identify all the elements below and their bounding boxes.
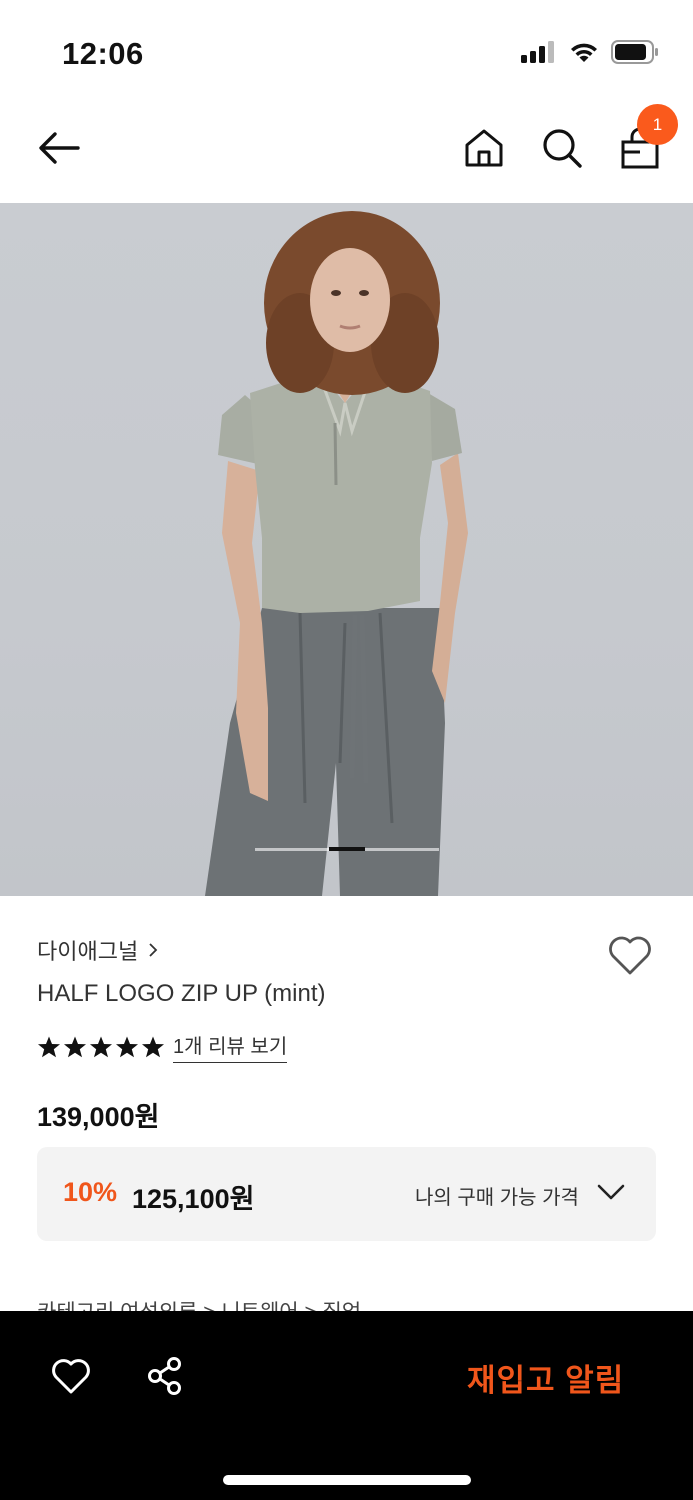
- chevron-right-icon: [149, 943, 158, 957]
- model-photo: [205, 211, 468, 896]
- product-image[interactable]: [0, 203, 693, 896]
- brand-link[interactable]: 다이애그널: [37, 934, 158, 966]
- status-icons: [521, 40, 659, 64]
- cellular-signal-icon: [521, 41, 554, 63]
- chevron-down-icon[interactable]: [597, 1183, 625, 1201]
- restock-alert-button[interactable]: 재입고 알림: [467, 1355, 624, 1400]
- cart-count-badge: 1: [637, 104, 678, 145]
- my-price-label: 나의 구매 가능 가격: [415, 1187, 579, 1209]
- rating-row: 1개 리뷰 보기: [37, 1030, 288, 1063]
- star-icon: [90, 1036, 112, 1057]
- status-bar: 12:06: [0, 0, 693, 100]
- back-arrow-icon[interactable]: [34, 126, 84, 170]
- wishlist-heart-icon[interactable]: [606, 933, 654, 977]
- star-icon: [38, 1036, 60, 1057]
- discount-percent: 10%: [63, 1177, 118, 1207]
- image-pager: [255, 847, 439, 851]
- brand-name: 다이애그널: [37, 939, 139, 964]
- original-price: 139,000원: [37, 1102, 160, 1132]
- battery-icon: [611, 40, 658, 64]
- bottom-action-bar: 재입고 알림: [0, 1311, 693, 1500]
- star-icon: [64, 1036, 86, 1057]
- status-time: 12:06: [62, 36, 144, 71]
- star-icon: [116, 1036, 138, 1057]
- product-name: HALF LOGO ZIP UP (mint): [37, 980, 326, 1007]
- wifi-icon: [571, 43, 597, 62]
- share-icon[interactable]: [144, 1355, 186, 1397]
- home-icon[interactable]: [462, 126, 506, 170]
- image-pager-active: [329, 847, 365, 851]
- app-header: [0, 100, 693, 203]
- star-icon: [142, 1036, 164, 1057]
- home-indicator: [223, 1475, 471, 1485]
- review-link[interactable]: 1개 리뷰 보기: [173, 1030, 288, 1063]
- discount-price-box[interactable]: 10% 125,100원 나의 구매 가능 가격: [37, 1147, 656, 1241]
- heart-icon[interactable]: [50, 1357, 92, 1395]
- discount-price: 125,100원: [132, 1184, 255, 1214]
- rating-stars: [37, 1035, 165, 1059]
- search-icon[interactable]: [540, 126, 584, 170]
